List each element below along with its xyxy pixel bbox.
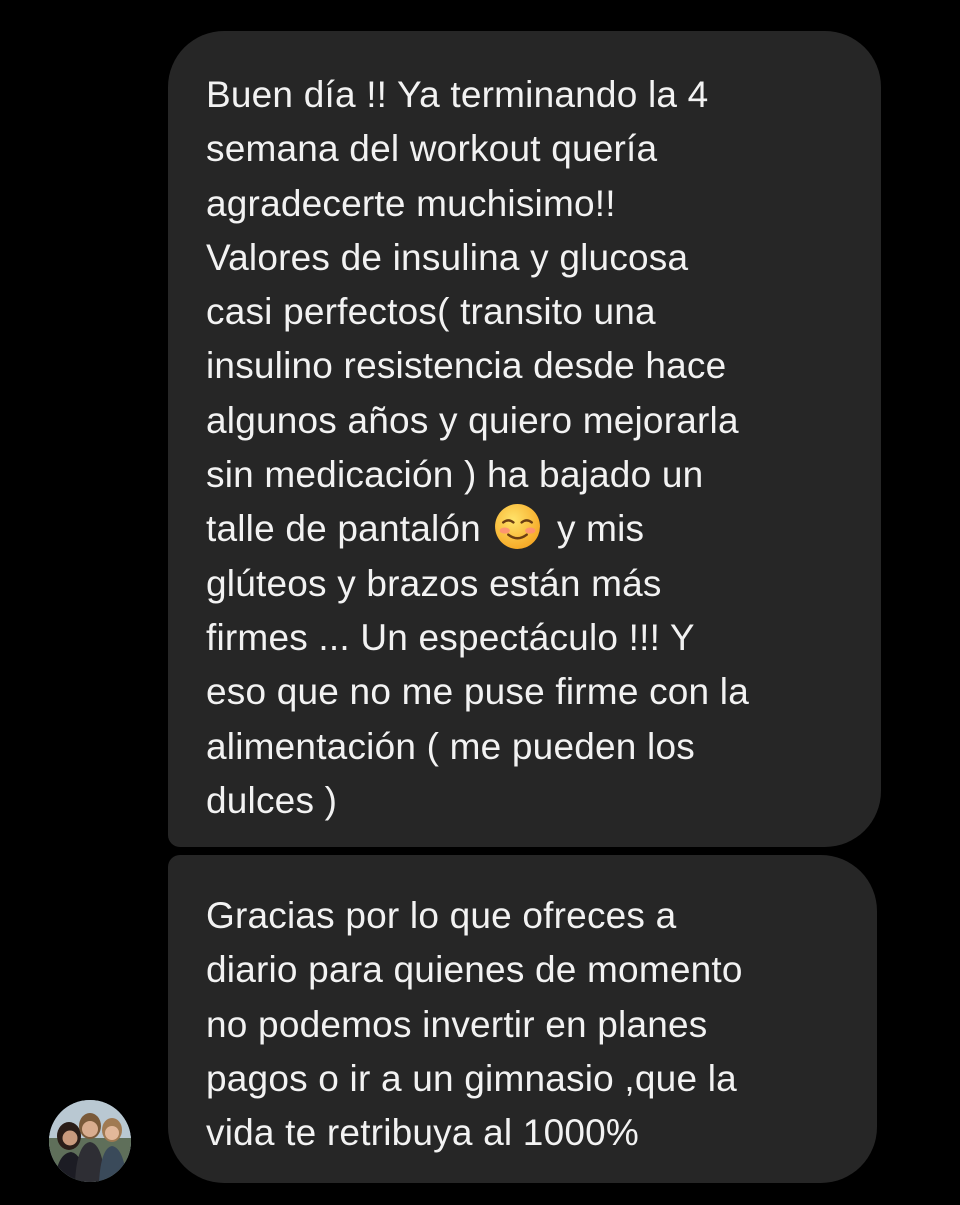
message-bubble-1[interactable]: Buen día !! Ya terminando la 4 semana de… [168, 31, 881, 847]
message-text-1: Buen día !! Ya terminando la 4 semana de… [206, 68, 861, 828]
message-line: no podemos invertir en planes [206, 1003, 708, 1045]
message-line: firmes ... Un espectáculo !!! Y [206, 616, 695, 658]
message-text-2: Gracias por lo que ofreces a diario para… [206, 889, 857, 1160]
message-bubble-2[interactable]: Gracias por lo que ofreces a diario para… [168, 855, 877, 1183]
smiling-face-emoji [495, 504, 541, 550]
user-avatar[interactable] [49, 1100, 131, 1182]
message-fragment: y mis [556, 508, 645, 550]
message-line: vida te retribuya al 1000% [206, 1112, 640, 1154]
message-line: semana del workout quería [206, 128, 658, 170]
message-line: insulino resistencia desde hace [206, 345, 727, 387]
message-line: pagos o ir a un gimnasio ,que la [206, 1057, 737, 1099]
message-line: Valores de insulina y glucosa [206, 236, 689, 278]
message-line-with-emoji: talle de pantalón y mis [206, 502, 861, 556]
message-fragment: talle de pantalón [206, 508, 481, 550]
message-line: Gracias por lo que ofreces a [206, 895, 677, 936]
message-line: diario para quienes de momento [206, 949, 743, 991]
message-line: dulces ) [206, 779, 338, 821]
message-line: alimentación ( me pueden los [206, 725, 695, 767]
message-line: eso que no me puse firme con la [206, 671, 750, 713]
message-line: agradecerte muchisimo!! [206, 182, 616, 224]
message-thread: Buen día !! Ya terminando la 4 semana de… [0, 0, 960, 1205]
message-line: glúteos y brazos están más [206, 562, 662, 604]
message-line: algunos años y quiero mejorarla [206, 399, 739, 441]
user-avatar-photo [49, 1100, 131, 1182]
message-line: sin medicación ) ha bajado un [206, 454, 704, 496]
message-line: Buen día !! Ya terminando la 4 [206, 74, 709, 115]
message-line: casi perfectos( transito una [206, 291, 656, 333]
